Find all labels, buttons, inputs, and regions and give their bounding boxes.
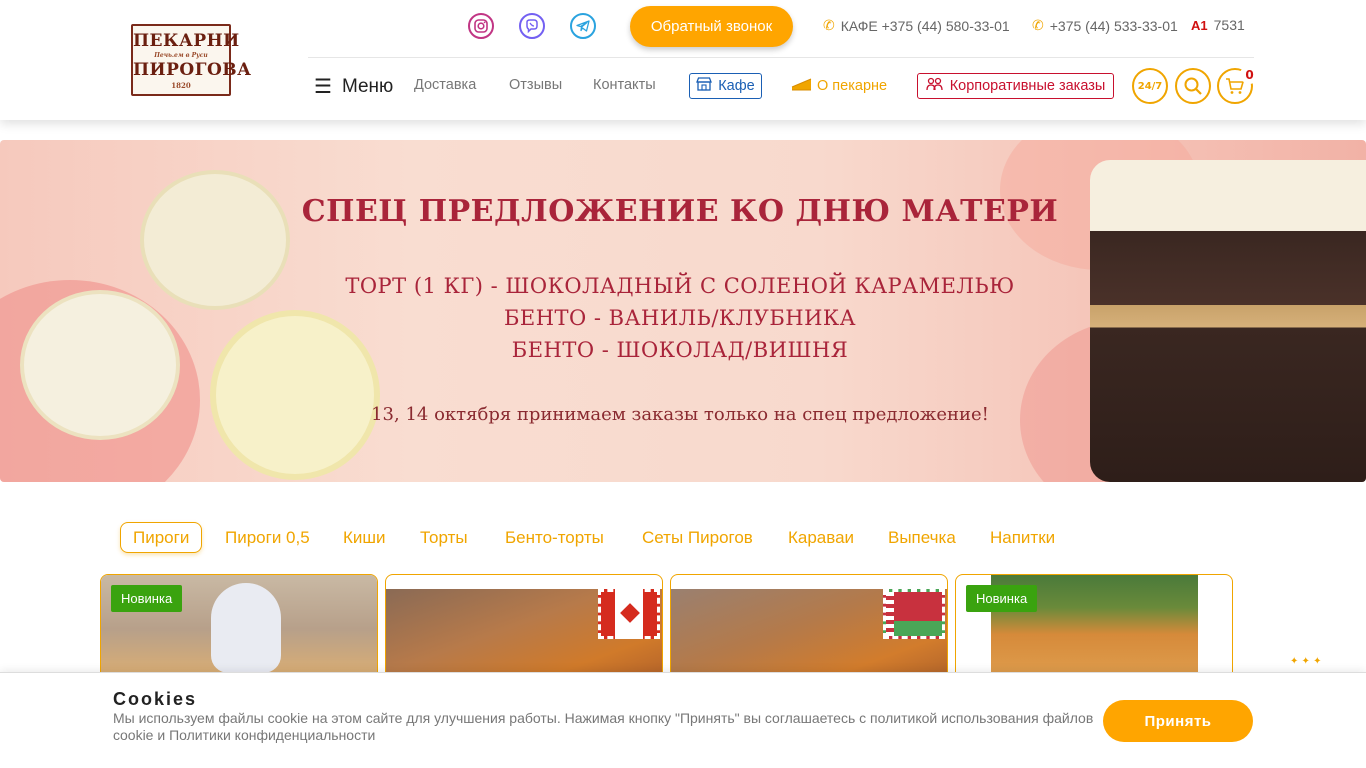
- nav-reviews[interactable]: Отзывы: [509, 77, 562, 93]
- product-card[interactable]: [385, 574, 663, 684]
- cake-slice-image: [1090, 160, 1366, 482]
- banner-offer: ТОРТ (1 КГ) - ШОКОЛАДНЫЙ С СОЛЕНОЙ КАРАМ…: [345, 274, 1015, 298]
- nav-contacts[interactable]: Контакты: [593, 77, 656, 93]
- people-icon: [926, 77, 944, 95]
- category-tabs: Пироги Пироги 0,5 Киши Торты Бенто-торты…: [0, 522, 1366, 554]
- accept-cookies-button[interactable]: Принять: [1103, 700, 1253, 742]
- decoration-image: ✦ ✦ ✦: [1290, 656, 1322, 667]
- menu-button[interactable]: ☰ Меню: [314, 74, 393, 99]
- bunny-toy-image: [211, 583, 281, 673]
- belarus-flag-icon: [883, 589, 945, 639]
- corporate-orders-button[interactable]: Корпоративные заказы: [917, 73, 1114, 99]
- cake-image: [20, 290, 180, 440]
- cake-image: [140, 170, 290, 310]
- product-card[interactable]: Новинка: [955, 574, 1233, 684]
- product-card[interactable]: [670, 574, 948, 684]
- contacts-row: Обратный звонок ✆ КАФЕ +375 (44) 580-33-…: [0, 0, 1366, 56]
- tab-pies-half[interactable]: Пироги 0,5: [213, 522, 322, 553]
- tab-cakes[interactable]: Торты: [408, 522, 480, 553]
- short-phone[interactable]: A1 7531: [1191, 17, 1245, 33]
- telegram-icon[interactable]: [570, 13, 596, 39]
- banner-title: СПЕЦ ПРЕДЛОЖЕНИЕ КО ДНЮ МАТЕРИ: [301, 194, 1059, 229]
- about-button[interactable]: О пекарне: [791, 76, 887, 96]
- site-header: ПЕКАРНИ Печь.ем в Руси ПИРОГОВА 1820 Обр…: [0, 0, 1366, 120]
- promo-banner[interactable]: СПЕЦ ПРЕДЛОЖЕНИЕ КО ДНЮ МАТЕРИ ТОРТ (1 К…: [0, 140, 1366, 482]
- tab-pastry[interactable]: Выпечка: [876, 522, 968, 553]
- cafe-button[interactable]: Кафе: [689, 73, 762, 99]
- cookie-text: Мы используем файлы cookie на этом сайте…: [113, 710, 1094, 743]
- tab-drinks[interactable]: Напитки: [978, 522, 1067, 553]
- cafe-phone[interactable]: ✆ КАФЕ +375 (44) 580-33-01: [823, 17, 1010, 34]
- cookie-banner: Cookies Мы используем файлы cookie на эт…: [0, 672, 1366, 768]
- hamburger-icon: ☰: [314, 76, 332, 98]
- canada-flag-icon: [598, 589, 660, 639]
- main-phone[interactable]: ✆ +375 (44) 533-33-01: [1032, 17, 1178, 34]
- cafe-phone-label: КАФЕ +375 (44) 580-33-01: [840, 17, 1010, 34]
- a1-icon: A1: [1191, 17, 1208, 33]
- about-label: О пекарне: [817, 78, 888, 94]
- 24-7-bag-icon[interactable]: 24/7: [1132, 68, 1168, 104]
- nav-delivery[interactable]: Доставка: [414, 77, 476, 93]
- header-divider: [308, 57, 1254, 58]
- cafe-label: Кафе: [718, 78, 755, 94]
- store-icon: [696, 77, 713, 95]
- new-badge: Новинка: [111, 585, 183, 612]
- instagram-icon[interactable]: [468, 13, 494, 39]
- cart-count-badge: 0: [1240, 65, 1259, 84]
- tab-loaves[interactable]: Караваи: [776, 522, 866, 553]
- banner-offer-list: ТОРТ (1 КГ) - ШОКОЛАДНЫЙ С СОЛЕНОЙ КАРАМ…: [300, 270, 1060, 366]
- cookie-title: Cookies: [113, 689, 198, 709]
- callback-button[interactable]: Обратный звонок: [630, 6, 793, 47]
- banner-offer: БЕНТО - ШОКОЛАД/ВИШНЯ: [511, 338, 849, 362]
- menu-label: Меню: [341, 75, 394, 97]
- phone-icon: ✆: [823, 17, 835, 33]
- short-phone-label: 7531: [1213, 17, 1245, 33]
- banner-note: 13, 14 октября принимаем заказы только н…: [371, 404, 989, 425]
- phone-icon: ✆: [1032, 17, 1044, 33]
- product-card[interactable]: Новинка: [100, 574, 378, 684]
- main-phone-label: +375 (44) 533-33-01: [1049, 17, 1178, 34]
- tab-pie-sets[interactable]: Сеты Пирогов: [630, 522, 765, 553]
- cake-slice-icon: [791, 76, 813, 96]
- search-icon[interactable]: [1175, 68, 1211, 104]
- tab-pies[interactable]: Пироги: [120, 522, 203, 553]
- tab-bento[interactable]: Бенто-торты: [493, 522, 616, 553]
- tab-quiche[interactable]: Киши: [331, 522, 398, 553]
- corporate-label: Корпоративные заказы: [949, 78, 1106, 94]
- viber-icon[interactable]: [519, 13, 545, 39]
- banner-offer: БЕНТО - ВАНИЛЬ/КЛУБНИКА: [503, 306, 857, 330]
- new-badge: Новинка: [966, 585, 1038, 612]
